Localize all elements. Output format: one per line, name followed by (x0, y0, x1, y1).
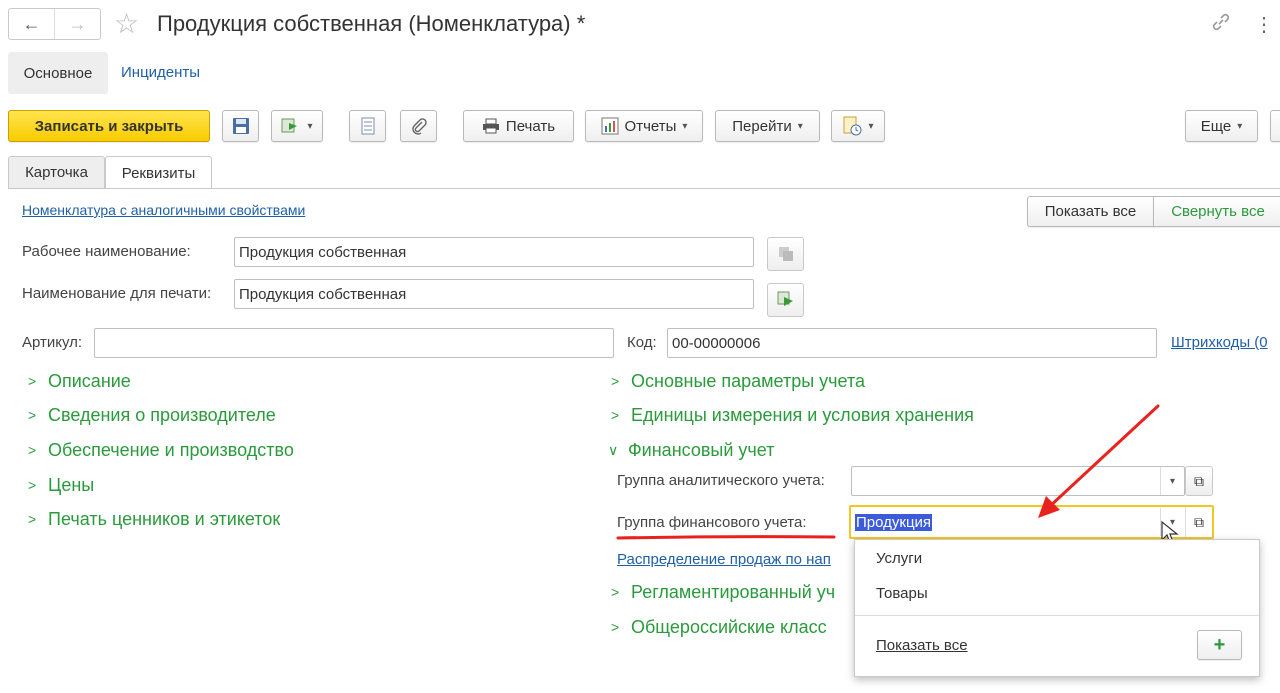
analytic-group-label: Группа аналитического учета: (617, 472, 825, 489)
floppy-icon (232, 118, 249, 134)
similar-items-link[interactable]: Номенклатура с аналогичными свойствами (22, 202, 305, 218)
dropdown-show-all-link[interactable]: Показать все (876, 637, 968, 654)
group-labels[interactable]: > Печать ценников и этикеток (28, 507, 280, 531)
group-financial[interactable]: ∨ Финансовый учет (608, 438, 774, 462)
history-button[interactable]: ▾ (831, 110, 885, 142)
create-based-button[interactable]: ▾ (271, 110, 323, 142)
article-input[interactable] (94, 328, 614, 358)
reports-icon (601, 117, 619, 135)
goto-button[interactable]: Перейти ▾ (715, 110, 820, 142)
save-close-button[interactable]: Записать и закрыть (8, 110, 210, 142)
red-arrow-annotation (1038, 404, 1160, 518)
forward-icon[interactable]: → (54, 9, 100, 39)
tab-main[interactable]: Основное (8, 52, 108, 94)
reports-button[interactable]: Отчеты ▾ (585, 110, 703, 142)
chevron-right-icon: > (611, 619, 620, 635)
history-nav: ← → (8, 8, 101, 40)
group-description[interactable]: > Описание (28, 369, 131, 393)
show-all-button[interactable]: Показать все (1027, 196, 1154, 227)
code-input[interactable]: 00-00000006 (667, 328, 1157, 358)
back-icon[interactable]: ← (9, 9, 54, 39)
link-icon[interactable] (1210, 11, 1232, 39)
print-name-input[interactable]: Продукция собственная (234, 279, 754, 309)
fin-group-label: Группа финансового учета: (617, 514, 807, 531)
chevron-right-icon: > (611, 584, 620, 600)
chevron-right-icon: > (28, 442, 37, 458)
work-name-label: Рабочее наименование: (22, 243, 191, 260)
print-button[interactable]: Печать (463, 110, 574, 142)
page-title: Продукция собственная (Номенклатура) * (157, 11, 586, 36)
tab-card[interactable]: Карточка (8, 156, 105, 188)
sales-distribution-link[interactable]: Распределение продаж по нап (617, 551, 831, 568)
chevron-right-icon: > (611, 373, 620, 389)
dropdown-divider (855, 615, 1259, 616)
group-provision[interactable]: > Обеспечение и производство (28, 438, 294, 462)
dropdown-item-goods[interactable]: Товары (876, 585, 928, 602)
chevron-down-icon: ∨ (608, 442, 619, 458)
group-classifiers[interactable]: > Общероссийские класс (611, 615, 827, 639)
tabs-divider (8, 188, 1280, 189)
work-name-input[interactable]: Продукция собственная (234, 237, 754, 267)
save-button[interactable] (222, 110, 259, 142)
tab-requisites[interactable]: Реквизиты (105, 156, 212, 189)
print-name-label: Наименование для печати: (22, 285, 212, 302)
help-button[interactable] (1270, 110, 1280, 142)
fin-open-icon[interactable]: ⧉ (1185, 507, 1212, 537)
tab-incidents[interactable]: Инциденты (121, 62, 200, 84)
chevron-right-icon: > (28, 407, 37, 423)
fin-group-dropdown: Услуги Товары Показать все + (854, 539, 1260, 677)
paperclip-icon (411, 118, 427, 135)
group-manufacturer[interactable]: > Сведения о производителе (28, 403, 276, 427)
star-icon[interactable]: ☆ (114, 9, 139, 39)
group-prices[interactable]: > Цены (28, 473, 94, 497)
chevron-right-icon: > (28, 373, 37, 389)
chevron-right-icon: > (611, 407, 620, 423)
collapse-all-button[interactable]: Свернуть все (1153, 196, 1280, 227)
dropdown-item-services[interactable]: Услуги (876, 550, 922, 567)
fill-from-icon (777, 291, 793, 306)
copy-icon (778, 247, 793, 261)
group-regulated[interactable]: > Регламентированный уч (611, 580, 835, 604)
group-basic-params[interactable]: > Основные параметры учета (611, 369, 865, 393)
copy-name-button[interactable] (767, 237, 804, 271)
more-icon[interactable]: ⋮ (1254, 12, 1274, 37)
printer-icon (482, 118, 499, 134)
chevron-right-icon: > (28, 511, 37, 527)
red-underline-annotation (616, 535, 836, 540)
document-clock-icon (843, 116, 862, 136)
more-button[interactable]: Еще ▾ (1185, 110, 1258, 142)
fill-print-name-button[interactable] (767, 283, 804, 317)
list-button[interactable] (349, 110, 386, 142)
dropdown-add-button[interactable]: + (1197, 630, 1242, 660)
list-icon (361, 117, 374, 135)
analytic-open-icon[interactable]: ⧉ (1185, 466, 1213, 496)
create-based-icon (281, 118, 298, 133)
barcodes-link[interactable]: Штрихкоды (0 (1171, 334, 1268, 351)
code-label: Код: (627, 334, 657, 351)
attach-button[interactable] (400, 110, 437, 142)
article-label: Артикул: (22, 334, 83, 351)
group-units[interactable]: > Единицы измерения и условия хранения (611, 403, 974, 427)
chevron-right-icon: > (28, 477, 37, 493)
